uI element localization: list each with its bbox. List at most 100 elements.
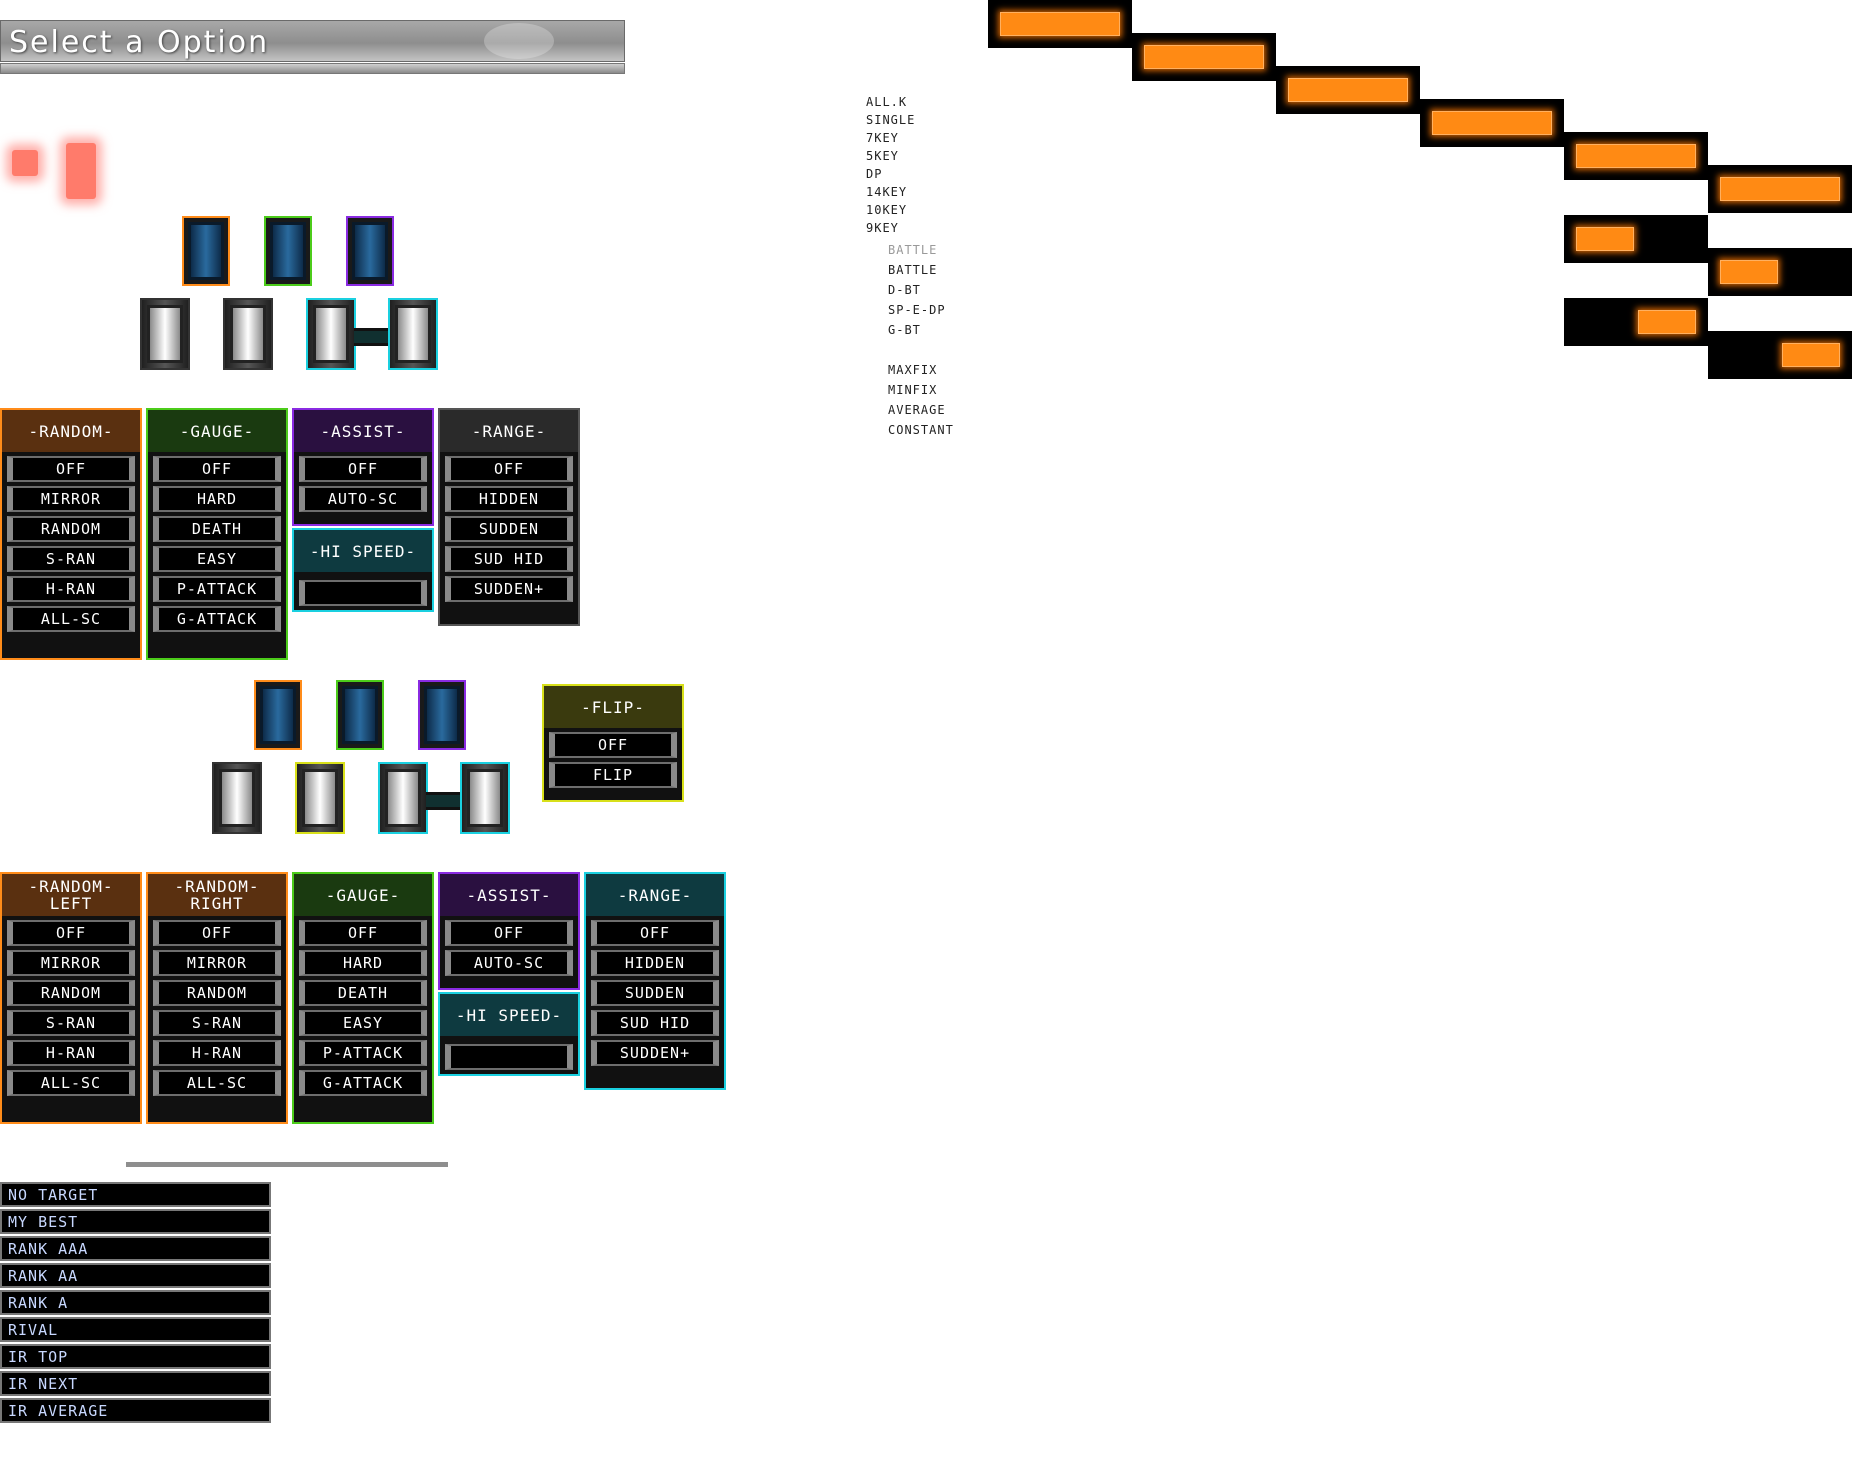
key-white-icon[interactable] (378, 762, 428, 834)
panel-header: -RANGE- (586, 874, 724, 916)
fix-mode-label: MAXFIX (888, 363, 938, 377)
hispeed-value-field[interactable] (299, 580, 427, 606)
p2-assist-panel: -ASSIST- OFF AUTO-SC (438, 872, 580, 990)
option-button[interactable]: RANDOM (7, 516, 135, 542)
option-button[interactable]: S-RAN (7, 1010, 135, 1036)
key-white-icon[interactable] (295, 762, 345, 834)
option-button[interactable]: MIRROR (7, 950, 135, 976)
stair-cell (1420, 99, 1564, 147)
mode-label: 10KEY (866, 203, 908, 217)
fix-mode-label: CONSTANT (888, 423, 954, 437)
p2-random-left-panel: -RANDOM- LEFT OFF MIRROR RANDOM S-RAN H-… (0, 872, 142, 1124)
option-button[interactable]: MIRROR (7, 486, 135, 512)
battle-mode-label: BATTLE (888, 263, 938, 277)
option-button[interactable]: S-RAN (153, 1010, 281, 1036)
stair-cell-partial (1564, 215, 1708, 263)
option-button[interactable]: MIRROR (153, 950, 281, 976)
p2-range-panel: -RANGE- OFF HIDDEN SUDDEN SUD HID SUDDEN… (584, 872, 726, 1090)
panel-header: -RANDOM- (2, 410, 140, 452)
option-button[interactable]: OFF (153, 456, 281, 482)
option-button[interactable]: AUTO-SC (299, 486, 427, 512)
option-button[interactable]: AUTO-SC (445, 950, 573, 976)
scratch-icon (354, 328, 390, 346)
option-button[interactable]: OFF (445, 456, 573, 482)
target-item[interactable]: NO TARGET (0, 1182, 271, 1207)
target-item[interactable]: MY BEST (0, 1209, 271, 1234)
option-button[interactable]: OFF (153, 920, 281, 946)
key-white-icon[interactable] (140, 298, 190, 370)
target-item[interactable]: RANK AAA (0, 1236, 271, 1261)
panel-header: -HI SPEED- (294, 530, 432, 572)
key-white-icon[interactable] (306, 298, 356, 370)
stair-cell (1132, 33, 1276, 81)
option-button[interactable]: DEATH (299, 980, 427, 1006)
scratch-icon (426, 792, 462, 810)
key-white-icon[interactable] (223, 298, 273, 370)
option-button[interactable]: OFF (591, 920, 719, 946)
option-button[interactable]: H-RAN (7, 1040, 135, 1066)
option-button[interactable]: EASY (299, 1010, 427, 1036)
target-item[interactable]: RANK AA (0, 1263, 271, 1288)
option-button[interactable]: P-ATTACK (299, 1040, 427, 1066)
option-button[interactable]: SUDDEN (445, 516, 573, 542)
key-black-icon[interactable] (254, 680, 302, 750)
fix-mode-label: AVERAGE (888, 403, 946, 417)
stair-cell (988, 0, 1132, 48)
option-button[interactable]: OFF (549, 732, 677, 758)
page-title: Select a Option (9, 25, 270, 60)
option-button[interactable]: DEATH (153, 516, 281, 542)
key-white-icon[interactable] (388, 298, 438, 370)
target-item[interactable]: IR NEXT (0, 1371, 271, 1396)
panel-header: -ASSIST- (440, 874, 578, 916)
target-item[interactable]: RANK A (0, 1290, 271, 1315)
option-button[interactable]: G-ATTACK (153, 606, 281, 632)
option-button[interactable]: OFF (299, 456, 427, 482)
option-button[interactable]: H-RAN (153, 1040, 281, 1066)
option-button[interactable]: OFF (299, 920, 427, 946)
option-button[interactable]: HARD (299, 950, 427, 976)
option-button[interactable]: S-RAN (7, 546, 135, 572)
target-item[interactable]: RIVAL (0, 1317, 271, 1342)
mode-label: 9KEY (866, 221, 899, 235)
key-black-icon[interactable] (336, 680, 384, 750)
option-button[interactable]: HIDDEN (591, 950, 719, 976)
option-button[interactable]: SUDDEN+ (591, 1040, 719, 1066)
key-black-icon[interactable] (264, 216, 312, 286)
key-black-icon[interactable] (346, 216, 394, 286)
option-button[interactable]: SUDDEN+ (445, 576, 573, 602)
target-item[interactable]: IR TOP (0, 1344, 271, 1369)
option-button[interactable]: ALL-SC (7, 606, 135, 632)
option-button[interactable]: RANDOM (7, 980, 135, 1006)
hispeed-value-field[interactable] (445, 1044, 573, 1070)
option-button[interactable]: ALL-SC (7, 1070, 135, 1096)
key-white-icon[interactable] (212, 762, 262, 834)
panel-header: -HI SPEED- (440, 994, 578, 1036)
mode-label: 5KEY (866, 149, 899, 163)
key-black-icon[interactable] (182, 216, 230, 286)
stair-cell (1708, 165, 1852, 213)
option-button[interactable]: OFF (7, 920, 135, 946)
option-button[interactable]: SUDDEN (591, 980, 719, 1006)
option-button[interactable]: OFF (445, 920, 573, 946)
option-button[interactable]: HARD (153, 486, 281, 512)
option-button[interactable]: SUD HID (591, 1010, 719, 1036)
option-button[interactable]: OFF (7, 456, 135, 482)
option-button[interactable]: G-ATTACK (299, 1070, 427, 1096)
key-black-icon[interactable] (418, 680, 466, 750)
target-item[interactable]: IR AVERAGE (0, 1398, 271, 1423)
key-white-icon[interactable] (460, 762, 510, 834)
option-button[interactable]: H-RAN (7, 576, 135, 602)
panel-header: -RANDOM- LEFT (2, 874, 140, 916)
option-button[interactable]: EASY (153, 546, 281, 572)
option-button[interactable]: RANDOM (153, 980, 281, 1006)
option-button[interactable]: ALL-SC (153, 1070, 281, 1096)
mode-label: SINGLE (866, 113, 916, 127)
p1-hispeed-panel: -HI SPEED- (292, 528, 434, 612)
option-button[interactable]: SUD HID (445, 546, 573, 572)
option-button[interactable]: HIDDEN (445, 486, 573, 512)
p2-gauge-panel: -GAUGE- OFF HARD DEATH EASY P-ATTACK G-A… (292, 872, 434, 1124)
title-underline (0, 63, 625, 74)
option-button[interactable]: FLIP (549, 762, 677, 788)
stair-cell (1564, 132, 1708, 180)
option-button[interactable]: P-ATTACK (153, 576, 281, 602)
